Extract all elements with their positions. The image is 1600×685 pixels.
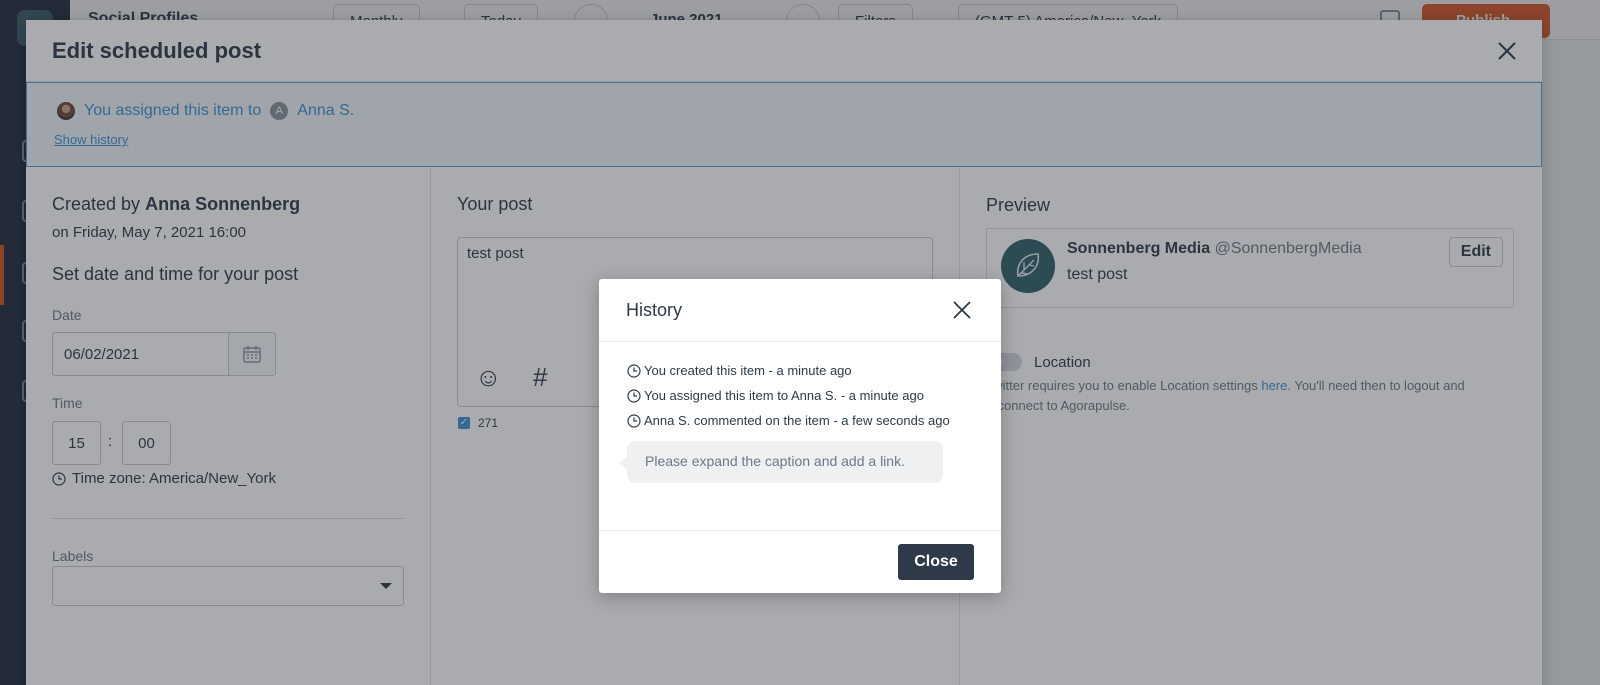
history-entry-text: You created this item - a minute ago [644,363,852,378]
comment-bubble: Please expand the caption and add a link… [619,441,943,483]
clock-icon [627,413,641,428]
history-entry: You created this item - a minute ago [627,363,852,378]
history-entry: Anna S. commented on the item - a few se… [627,413,950,428]
history-entry: You assigned this item to Anna S. - a mi… [627,388,924,403]
history-entry-text: Anna S. commented on the item - a few se… [644,413,950,428]
history-header: History [599,279,1001,342]
clock-icon [627,363,641,378]
clock-icon [627,388,641,403]
history-dialog: History You created this item - a minute… [599,279,1001,593]
history-entry-text: You assigned this item to Anna S. - a mi… [644,388,924,403]
close-button[interactable]: Close [898,544,974,580]
history-footer: Close [599,530,1001,593]
history-title: History [626,300,683,320]
close-icon[interactable] [951,299,973,321]
